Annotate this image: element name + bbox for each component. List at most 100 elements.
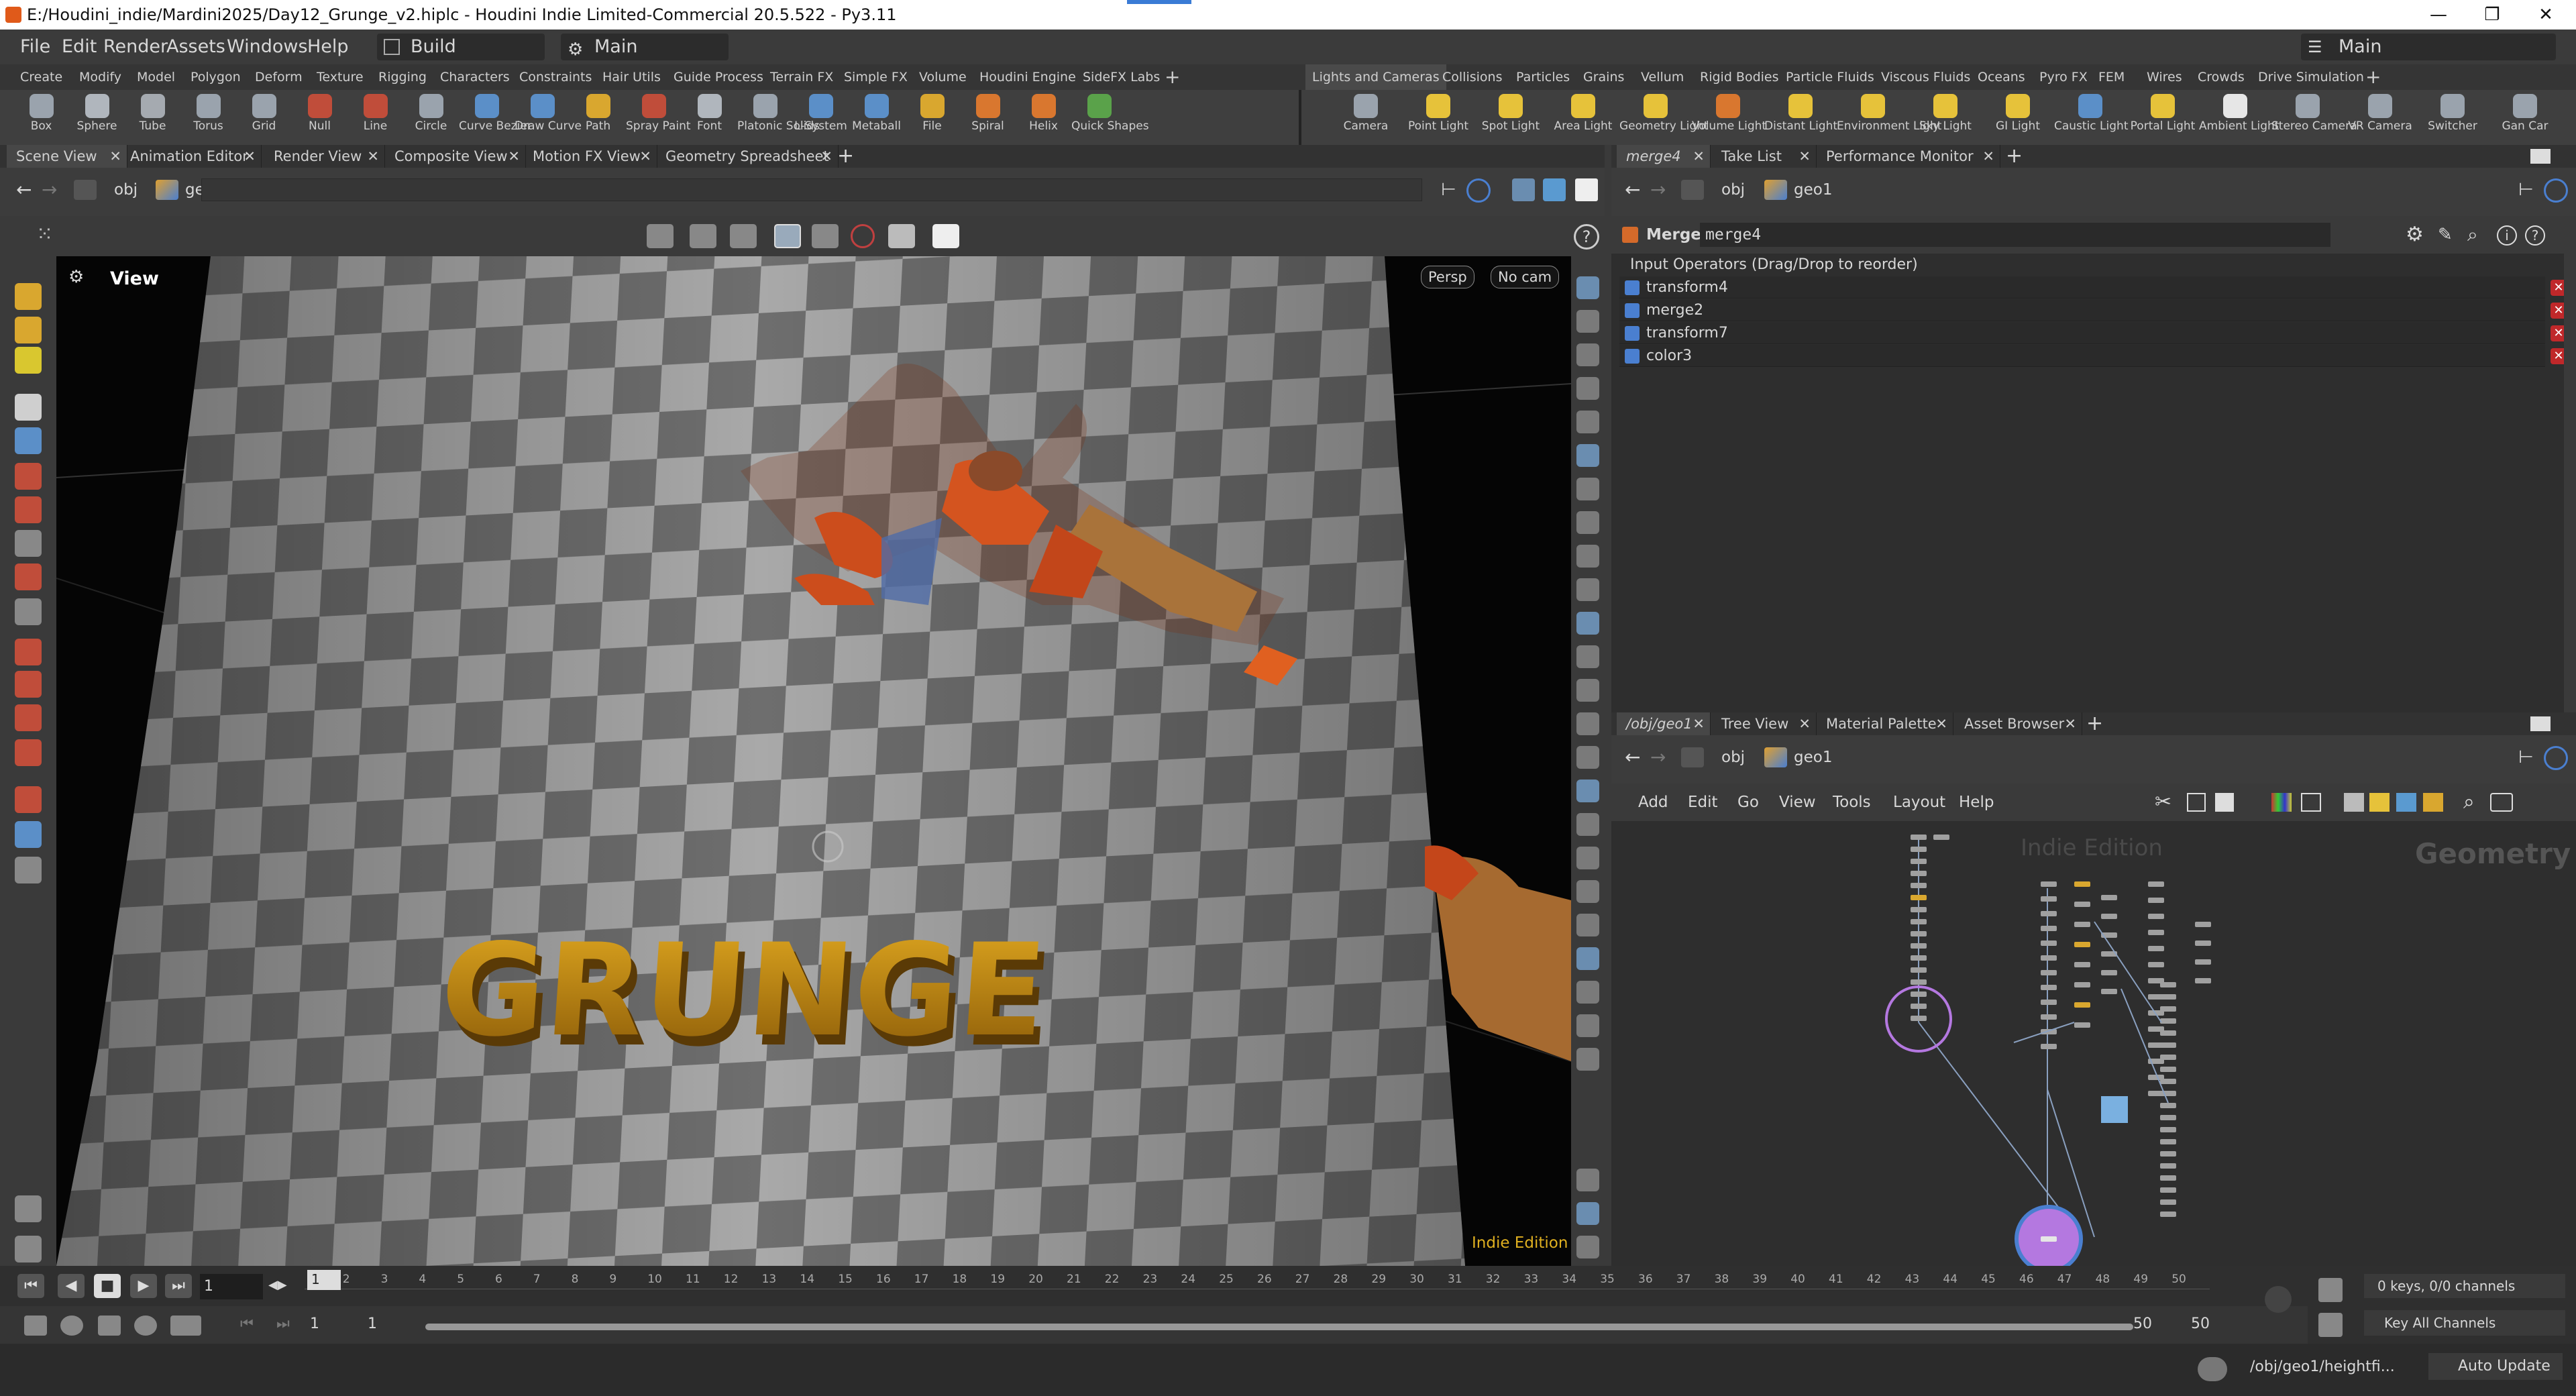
shelf-tool-path[interactable]: Path — [570, 90, 626, 145]
network-node[interactable] — [2160, 1067, 2176, 1072]
shelf-tab-wires[interactable]: Wires — [2147, 64, 2182, 90]
graph-icon[interactable] — [2318, 1313, 2343, 1337]
perspective-icon[interactable] — [1576, 780, 1599, 802]
network-node[interactable] — [2074, 962, 2090, 967]
handle-icon[interactable] — [15, 563, 42, 590]
stop-render-icon[interactable] — [851, 224, 875, 248]
ortho-icon[interactable] — [1576, 847, 1599, 869]
add-pane-tab-icon[interactable]: + — [837, 145, 854, 168]
network-node[interactable] — [1911, 907, 1927, 912]
menu-windows[interactable]: Windows — [227, 30, 308, 64]
network-node[interactable] — [2041, 1000, 2057, 1005]
flipbook-icon[interactable] — [888, 224, 915, 248]
desktop-select[interactable]: Build — [377, 34, 545, 60]
network-node[interactable] — [2041, 970, 2057, 975]
add-param-tab-icon[interactable]: + — [2006, 145, 2023, 168]
network-node[interactable] — [2160, 982, 2176, 987]
network-node[interactable] — [2041, 955, 2057, 961]
shelf-tool-environment-light[interactable]: Environment Light — [1837, 90, 1941, 145]
network-node[interactable] — [2148, 946, 2164, 951]
shelf-tab-oceans[interactable]: Oceans — [1978, 64, 2025, 90]
param-help-icon[interactable]: ? — [2525, 225, 2545, 246]
network-link-icon[interactable] — [2544, 746, 2568, 770]
auto-update-button[interactable]: Auto Update — [2428, 1353, 2563, 1380]
network-node[interactable] — [2074, 922, 2090, 927]
shelf-tool-spiral[interactable]: Spiral — [960, 90, 1016, 145]
shelf-tab-lights-cameras[interactable]: Lights and Cameras — [1305, 64, 1446, 90]
realtime-toggle-icon[interactable] — [24, 1316, 47, 1336]
network-box-icon[interactable] — [2344, 793, 2364, 812]
tab-merge4[interactable]: merge4 ✕ — [1617, 145, 1711, 168]
net-menu-edit[interactable]: Edit — [1688, 784, 1718, 821]
network-path-obj[interactable]: obj — [1721, 735, 1745, 780]
sculpt-icon[interactable] — [15, 639, 42, 665]
first-frame-button[interactable]: ⏮ — [17, 1274, 44, 1298]
network-node[interactable] — [2148, 962, 2164, 967]
vertex-icon[interactable] — [1576, 645, 1599, 668]
network-node[interactable] — [2160, 1139, 2176, 1144]
shelf-tab-modify[interactable]: Modify — [79, 64, 121, 90]
range-options-icon[interactable] — [170, 1316, 201, 1336]
key-icon[interactable] — [2265, 1286, 2292, 1313]
network-node[interactable] — [2160, 1042, 2176, 1048]
display-options-icon[interactable] — [774, 224, 801, 248]
rotate-icon[interactable] — [15, 496, 42, 523]
add-shelf-tab-right-icon[interactable]: + — [2365, 64, 2381, 90]
shelf-tab-polygon[interactable]: Polygon — [191, 64, 241, 90]
key-all-channels-button[interactable]: Key All Channels — [2364, 1310, 2565, 1336]
shelf-tool-area-light[interactable]: Area Light — [1547, 90, 1619, 145]
shelf-tab-rigid-bodies[interactable]: Rigid Bodies — [1700, 64, 1779, 90]
network-back-icon[interactable]: ← — [1625, 735, 1640, 780]
camera-cube-icon[interactable] — [1512, 178, 1535, 201]
shelf-tab-grains[interactable]: Grains — [1583, 64, 1624, 90]
shelf-tool-point-light[interactable]: Point Light — [1402, 90, 1474, 145]
network-node[interactable] — [2101, 895, 2117, 900]
network-node[interactable] — [2148, 898, 2164, 903]
network-node[interactable] — [1911, 943, 1927, 949]
network-node[interactable] — [2041, 911, 2057, 916]
shelf-tab-pyro-fx[interactable]: Pyro FX — [2039, 64, 2088, 90]
frame-ruler[interactable]: 1 2 3 4 5 6 7 8 9 10 11 12 13 14 15 16 17 18 19 20 21 22 23 24… — [305, 1269, 2210, 1303]
network-node[interactable] — [2160, 1018, 2176, 1024]
shelf-tool-gi-light[interactable]: GI Light — [1982, 90, 2054, 145]
node-settings-gear-icon[interactable]: ⚙ — [2406, 216, 2424, 254]
net-menu-view[interactable]: View — [1779, 784, 1816, 821]
snap-icon[interactable] — [15, 821, 42, 848]
brush-icon[interactable]: ✎ — [2438, 216, 2453, 254]
scene-eye-icon[interactable] — [15, 1236, 42, 1263]
grid-view-icon[interactable] — [2301, 793, 2321, 812]
shelf-tool-curve-bezier[interactable]: Curve Bezier — [459, 90, 532, 145]
param-search-icon[interactable]: ⌕ — [2467, 216, 2478, 254]
shelf-tool-l-system[interactable]: L-System — [793, 90, 849, 145]
network-node[interactable] — [2041, 1014, 2057, 1020]
shelf-tool-box[interactable]: Box — [13, 90, 69, 145]
camera-view-icon[interactable] — [1576, 511, 1599, 534]
network-node[interactable] — [1933, 835, 1949, 840]
network-node[interactable] — [2160, 1175, 2176, 1181]
network-node[interactable] — [1911, 859, 1927, 864]
input-row-1[interactable]: transform4 ✕ — [1619, 276, 2567, 299]
close-button[interactable]: ✕ — [2522, 0, 2569, 30]
range-prev-icon[interactable]: ⏮ — [240, 1316, 254, 1332]
shelf-tab-characters[interactable]: Characters — [440, 64, 510, 90]
wrench-icon[interactable]: ✂ — [2155, 784, 2171, 821]
tab-composite-view[interactable]: Composite View ✕ — [385, 145, 526, 168]
network-node[interactable] — [1911, 835, 1927, 840]
scale-icon[interactable] — [15, 530, 42, 557]
network-node[interactable] — [2101, 989, 2117, 994]
shelf-tool-font[interactable]: Font — [682, 90, 737, 145]
input-row-2[interactable]: merge2 ✕ — [1619, 299, 2567, 321]
shelf-tab-sidefx-labs[interactable]: SideFX Labs — [1083, 64, 1160, 90]
shelf-tool-grid[interactable]: Grid — [236, 90, 292, 145]
layout-grid-icon[interactable] — [1576, 1202, 1599, 1225]
render-region-icon[interactable] — [1576, 1014, 1599, 1037]
texture-icon[interactable] — [1576, 411, 1599, 433]
jump-to-node-icon[interactable] — [1625, 303, 1640, 318]
network-node[interactable] — [2195, 978, 2211, 983]
network-node[interactable] — [2160, 1199, 2176, 1205]
network-node[interactable] — [1911, 991, 1927, 997]
sticky-icon[interactable] — [1576, 981, 1599, 1004]
network-editor[interactable]: Indie Edition Geometry — [1611, 821, 2576, 1266]
view-light-icon[interactable] — [15, 347, 42, 374]
background-icon[interactable] — [1576, 914, 1599, 936]
